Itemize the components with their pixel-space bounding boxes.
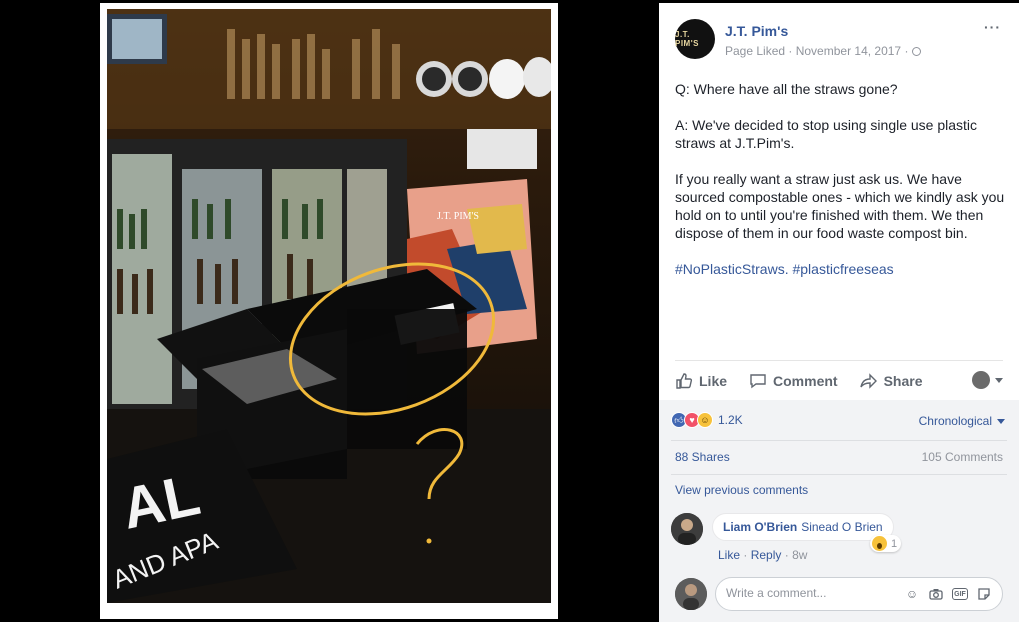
current-user-avatar: [675, 578, 707, 610]
camera-icon[interactable]: [928, 586, 944, 602]
post-side-panel: J.T. PIM'S J.T. Pim's Page Liked · Novem…: [659, 3, 1019, 622]
comment-icon: [750, 373, 766, 388]
separator: ·: [743, 548, 751, 562]
page-name-link[interactable]: J.T. Pim's: [725, 23, 788, 39]
comment-composer[interactable]: ☺ GIF: [715, 577, 1003, 611]
composer-tools: ☺ GIF: [896, 586, 992, 602]
comment-sort-dropdown[interactable]: Chronological: [919, 414, 1005, 428]
post-actions-bar: Like Comment Share: [675, 360, 1003, 400]
shares-link[interactable]: 88 Shares: [675, 450, 730, 464]
comments-section: 👍︎ ♥ ☺ 1.2K Chronological 88 Shares 105 …: [659, 400, 1019, 622]
share-label: Share: [883, 372, 923, 389]
comment-reply-link[interactable]: Reply: [751, 548, 782, 562]
comments-count[interactable]: 105 Comments: [922, 450, 1003, 464]
post-body: Q: Where have all the straws gone? A: We…: [675, 80, 1011, 296]
menu-card-text: J.T. PIM'S: [437, 211, 479, 222]
comment-button[interactable]: Comment: [749, 372, 838, 390]
chevron-down-icon: [995, 377, 1003, 383]
comment-input[interactable]: [726, 586, 896, 600]
comment-reaction-count: 1: [891, 537, 898, 550]
bar-scene-illustration: J.T. PIM'S AL AND APA: [107, 9, 551, 603]
hashtag-link[interactable]: #plasticfreeseas: [792, 261, 893, 277]
comment-like-link[interactable]: Like: [718, 548, 740, 562]
comment-meta: Like · Reply · 8w: [718, 548, 807, 562]
like-icon: [676, 372, 693, 389]
reactions-count: 1.2K: [718, 413, 743, 427]
comment-reaction-badge[interactable]: 1: [870, 535, 902, 552]
reactions-summary[interactable]: 👍︎ ♥ ☺ 1.2K: [671, 412, 743, 428]
avatar-photo: [671, 513, 703, 545]
post-meta-text: Page Liked · November 14, 2017 ·: [725, 44, 909, 58]
share-button[interactable]: Share: [859, 372, 923, 390]
divider: [671, 440, 1007, 441]
post-meta: Page Liked · November 14, 2017 ·: [725, 44, 922, 58]
comment-author-link[interactable]: Liam O'Brien: [723, 520, 797, 534]
avatar: [972, 371, 990, 389]
globe-icon: [912, 47, 922, 56]
post-paragraph: A: We've decided to stop using single us…: [675, 117, 978, 151]
post-as-selector[interactable]: [972, 371, 1003, 389]
page-avatar[interactable]: J.T. PIM'S: [675, 19, 715, 59]
comment-age: 8w: [792, 548, 808, 562]
sticker-icon[interactable]: [976, 586, 992, 602]
wow-reaction-icon: [872, 536, 887, 551]
haha-reaction-icon: ☺: [697, 412, 713, 428]
like-label: Like: [699, 372, 728, 389]
commenter-avatar[interactable]: [671, 513, 703, 545]
avatar-photo: [675, 578, 707, 610]
post-hashtags: #NoPlasticStraws. #plasticfreeseas: [675, 260, 1011, 278]
comment-bubble: Liam O'Brien Sinead O Brien: [712, 513, 894, 541]
post-paragraph: If you really want a straw just ask us. …: [675, 171, 1005, 241]
emoji-icon[interactable]: ☺: [904, 586, 920, 602]
chevron-down-icon: [997, 418, 1005, 424]
post-paragraph: Q: Where have all the straws gone?: [675, 81, 898, 97]
hashtag-link[interactable]: #NoPlasticStraws.: [675, 261, 789, 277]
photo-frame: J.T. PIM'S AL AND APA: [100, 3, 558, 619]
more-options-icon[interactable]: ···: [984, 19, 1001, 35]
photo-viewer-stage: J.T. PIM'S AL AND APA: [0, 0, 659, 622]
sort-label: Chronological: [918, 414, 992, 428]
post-photo[interactable]: J.T. PIM'S AL AND APA: [107, 9, 551, 603]
comment-mention-link[interactable]: Sinead O Brien: [801, 520, 882, 534]
like-button[interactable]: Like: [675, 372, 727, 390]
comment-label: Comment: [773, 372, 838, 389]
divider: [671, 474, 1007, 475]
share-icon: [859, 372, 877, 389]
view-previous-comments-link[interactable]: View previous comments: [675, 483, 808, 497]
separator: ·: [784, 548, 793, 562]
gif-icon[interactable]: GIF: [952, 588, 968, 600]
